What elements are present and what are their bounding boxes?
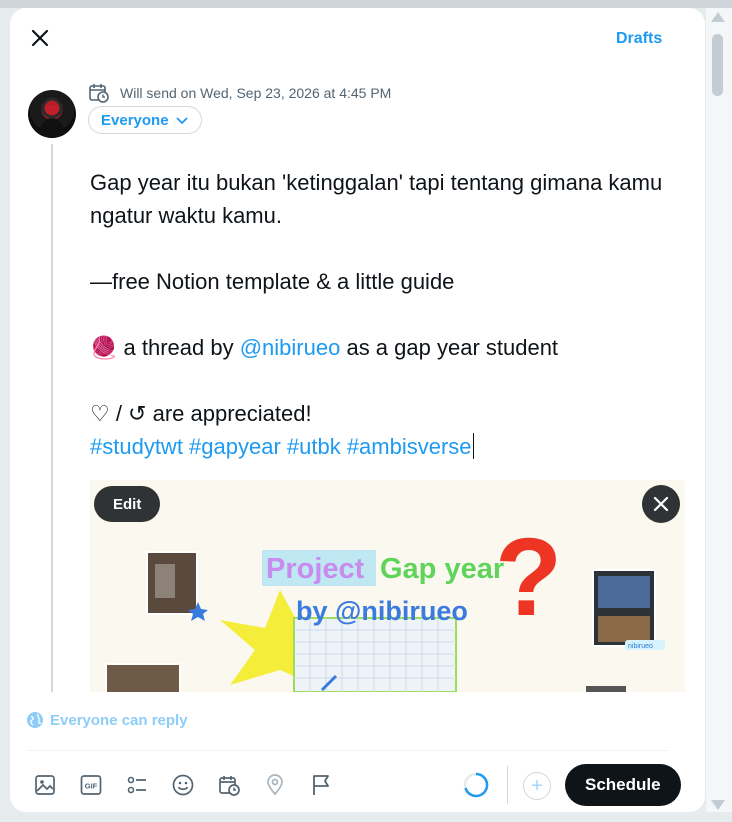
text-line-3-prefix: a thread by [117,335,240,360]
media-preview[interactable]: Project Gap year by @nibirueo ? nibirueo [90,480,685,692]
gif-button[interactable]: GIF [76,770,106,800]
globe-icon [27,712,43,728]
hashtags[interactable]: #studytwt #gapyear #utbk #ambisverse [90,434,472,459]
media-button[interactable] [30,770,60,800]
schedule-info[interactable]: Will send on Wed, Sep 23, 2026 at 4:45 P… [88,82,391,104]
compose-modal: Drafts Will send on Wed, Sep 23, 2026 at… [10,8,705,812]
thread-line [51,144,53,692]
remove-media-button[interactable] [642,485,680,523]
scrollbar-track[interactable] [706,8,732,812]
reply-setting-label: Everyone can reply [50,711,188,729]
gif-icon: GIF [80,775,102,795]
schedule-button[interactable]: Schedule [565,764,681,806]
drafts-button[interactable]: Drafts [616,30,662,48]
emoji-icon [172,774,194,796]
media-title-word1: Project [266,553,365,585]
media-image: Project Gap year by @nibirueo ? nibirueo [90,480,685,692]
avatar[interactable] [28,90,76,138]
scrollbar-thumb[interactable] [712,34,723,96]
text-line-4: ♡ / ↺ are appreciated! [90,401,312,426]
image-icon [35,775,55,795]
compose-toolbar: GIF [30,770,336,800]
text-caret [472,433,474,459]
tweet-text-editor[interactable]: Gap year itu bukan 'ketinggalan' tapi te… [90,166,690,463]
emoji-button[interactable] [168,770,198,800]
close-icon [653,496,669,512]
reply-settings[interactable]: Everyone can reply [26,711,188,729]
location-icon [267,774,283,796]
close-button[interactable] [28,26,52,50]
scroll-up-arrow[interactable] [711,12,725,22]
audience-selector[interactable]: Everyone [88,106,202,134]
background-topbar [0,0,732,8]
media-title-word2: Gap year [380,553,504,585]
toolbar-separator [507,766,508,804]
svg-text:GIF: GIF [85,782,98,791]
flag-button[interactable] [306,770,336,800]
text-line-3-suffix: as a gap year student [340,335,559,360]
mention-link[interactable]: @nibirueo [240,335,341,360]
yarn-emoji: 🧶 [90,335,118,360]
character-count-ring [462,771,490,799]
media-sticker-text: nibirueo [628,643,653,650]
media-byline: by @nibirueo [296,596,468,626]
edit-media-button[interactable]: Edit [94,486,161,522]
text-line-2: —free Notion template & a little guide [90,269,455,294]
hashtags-line: #studytwt #gapyear #utbk #ambisverse [90,430,690,463]
text-line-1: Gap year itu bukan 'ketinggalan' tapi te… [90,170,663,228]
flag-icon [313,775,329,795]
add-post-button[interactable]: + [523,772,551,800]
poll-icon [127,776,146,794]
poll-button[interactable] [122,770,152,800]
chevron-down-icon [175,117,188,125]
question-mark-graphic: ? [495,516,562,639]
schedule-post-button[interactable] [214,770,244,800]
schedule-icon [219,776,240,796]
calendar-clock-icon [89,84,109,103]
location-button[interactable] [260,770,290,800]
close-icon [31,29,49,47]
schedule-text: Will send on Wed, Sep 23, 2026 at 4:45 P… [120,85,392,101]
scroll-down-arrow[interactable] [711,800,725,810]
audience-label: Everyone [101,111,169,129]
divider [26,750,668,751]
text-line-3: 🧶 a thread by @nibirueo as a gap year st… [90,331,690,364]
